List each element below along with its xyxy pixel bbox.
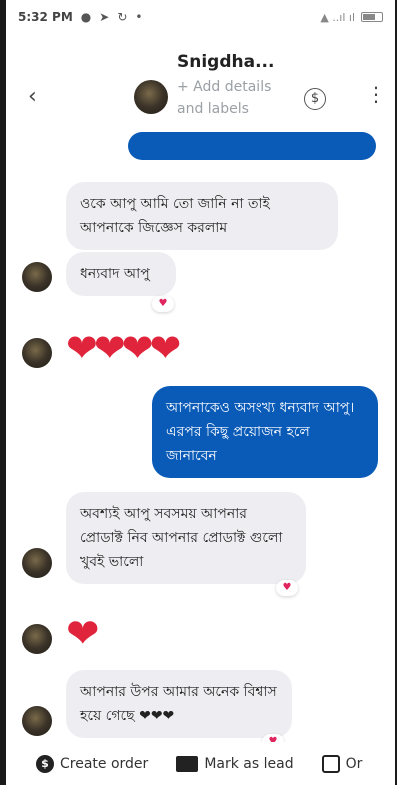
message-icon: ● xyxy=(80,10,92,24)
sender-avatar xyxy=(22,706,52,736)
heart-emoji-message[interactable]: ❤ xyxy=(66,614,100,654)
payment-icon[interactable]: $ xyxy=(304,88,326,110)
quick-actions-bar: $ Create order Mark as lead Or xyxy=(6,742,395,785)
status-bar: 5:32 PM ● ➤ ↻ • ▲ ..ıl ıl xyxy=(6,0,395,34)
sender-avatar xyxy=(22,624,52,654)
status-time: 5:32 PM xyxy=(18,10,73,24)
sender-avatar xyxy=(22,338,52,368)
heart-reaction[interactable]: ♥ xyxy=(152,296,174,312)
message-incoming[interactable]: আপনার উপর আমার অনেক বিশ্বাস হয়ে গেছে ❤❤… xyxy=(66,670,292,738)
message-list: ওকে আপু আমি তো জানি না তাই আপনাকে জিজ্ঞে… xyxy=(6,132,395,750)
message-outgoing-clipped[interactable] xyxy=(128,132,376,160)
contact-avatar[interactable] xyxy=(134,80,168,114)
mark-as-lead-button[interactable]: Mark as lead xyxy=(176,755,294,772)
more-options-icon[interactable]: ⋮ xyxy=(366,84,386,104)
dollar-icon: $ xyxy=(36,754,54,773)
sender-avatar xyxy=(22,262,52,292)
status-right: ▲ ..ıl ıl xyxy=(320,11,383,24)
contact-name[interactable]: Snigdha... xyxy=(177,52,274,72)
contact-card-icon xyxy=(176,755,199,772)
third-action-button[interactable]: Or xyxy=(321,754,363,773)
heart-emoji-message[interactable]: ❤❤❤❤ xyxy=(66,328,181,368)
create-order-button[interactable]: $ Create order xyxy=(36,754,149,773)
status-notification-icons: ● ➤ ↻ • xyxy=(81,10,143,24)
arrow-icon: ➤ xyxy=(99,10,110,24)
sync-icon: ↻ xyxy=(117,10,128,24)
add-details-labels-link[interactable]: + Add details and labels xyxy=(177,76,277,120)
sender-avatar xyxy=(22,548,52,578)
heart-reaction[interactable]: ♥ xyxy=(276,580,298,596)
calendar-icon xyxy=(321,754,340,773)
create-order-label: Create order xyxy=(60,755,149,772)
back-icon[interactable]: ‹ xyxy=(28,84,37,109)
dot-icon: • xyxy=(135,10,143,24)
signal-icon: ▲ ..ıl ıl xyxy=(320,10,355,24)
message-incoming[interactable]: ধন্যবাদ আপু xyxy=(66,252,176,296)
message-incoming[interactable]: ওকে আপু আমি তো জানি না তাই আপনাকে জিজ্ঞে… xyxy=(66,182,338,250)
mark-as-lead-label: Mark as lead xyxy=(204,755,294,772)
third-action-label: Or xyxy=(345,755,363,772)
message-incoming[interactable]: অবশ্যই আপু সবসময় আপনার প্রোডাক্ট নিব আপ… xyxy=(66,492,306,584)
phone-screen: 5:32 PM ● ➤ ↻ • ▲ ..ıl ıl ‹ Snigdha... +… xyxy=(6,0,395,785)
battery-icon xyxy=(361,12,383,22)
message-outgoing[interactable]: আপনাকেও অসংখ্য ধন্যবাদ আপু। এরপর কিছু প্… xyxy=(152,386,378,478)
